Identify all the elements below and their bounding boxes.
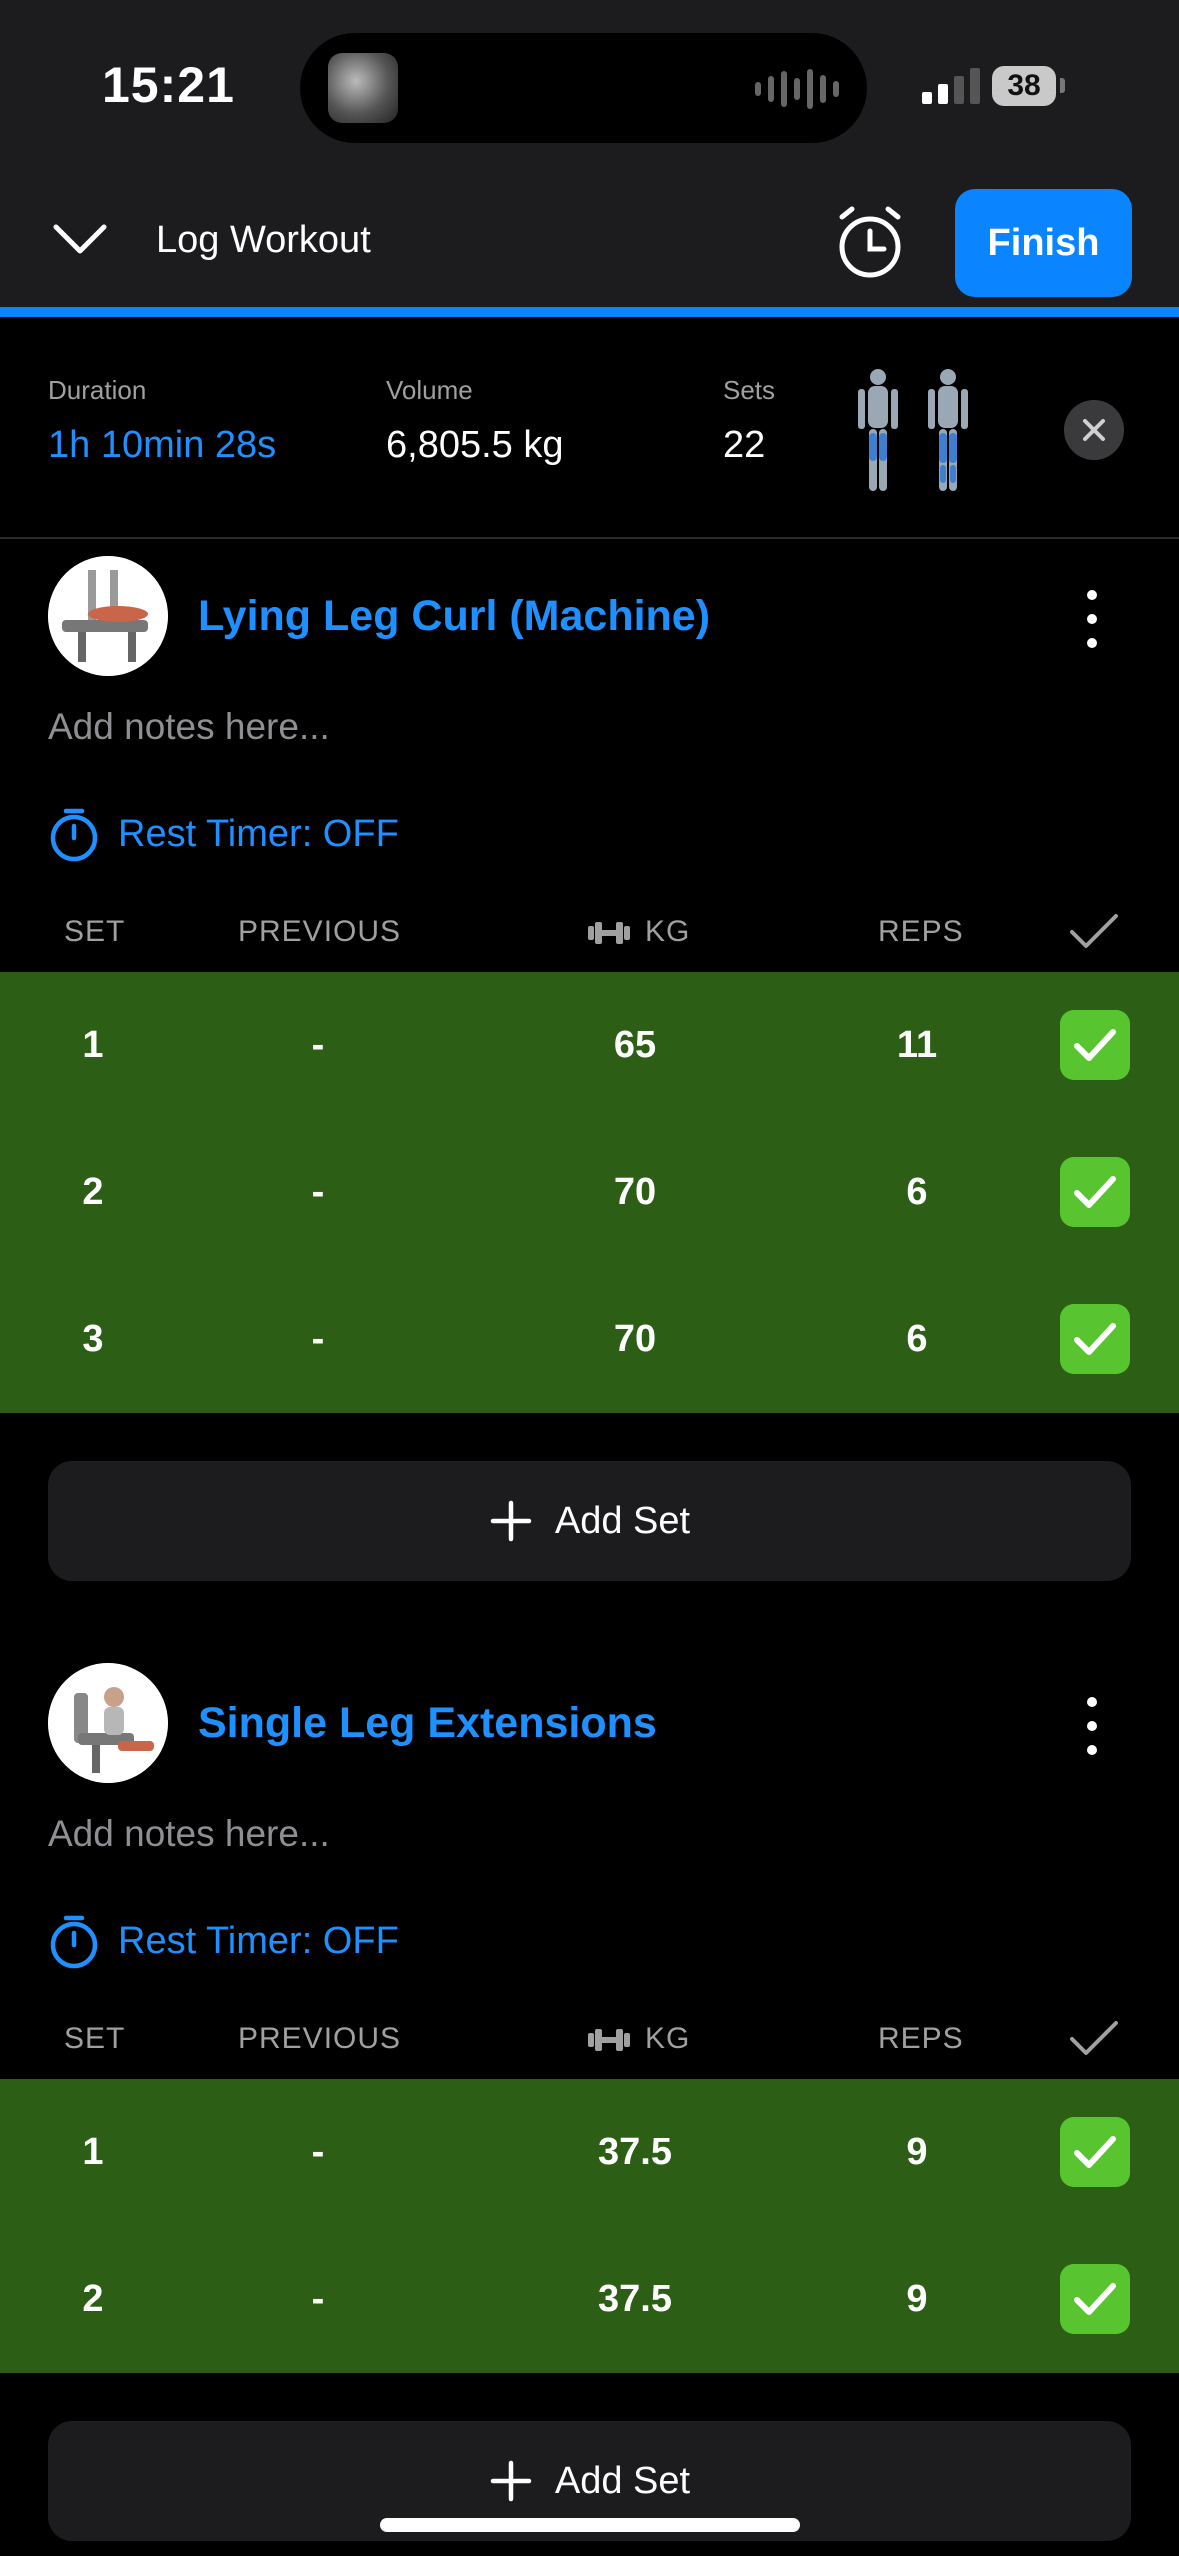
reps-input[interactable]: 11 — [842, 972, 992, 1119]
set-complete-checkbox[interactable] — [1060, 1010, 1130, 1080]
status-time: 15:21 — [102, 57, 235, 113]
previous-value: - — [311, 1171, 325, 1213]
set-row[interactable]: 2 - 70 6 — [0, 1119, 1179, 1266]
finish-button[interactable]: Finish — [955, 189, 1132, 297]
volume-stat: Volume 6,805.5 kg — [386, 375, 563, 467]
volume-label: Volume — [386, 375, 473, 405]
set-complete-checkbox[interactable] — [1060, 1157, 1130, 1227]
volume-value: 6,805.5 kg — [386, 424, 564, 466]
previous-value: - — [311, 2278, 325, 2320]
set-number: 1 — [82, 2131, 104, 2173]
add-set-label: Add Set — [554, 1499, 691, 1542]
rest-timer-label: Rest Timer: OFF — [118, 1919, 399, 1962]
notes-input[interactable]: Add notes here... — [48, 1813, 330, 1855]
dumbbell-icon — [588, 922, 630, 944]
home-indicator[interactable] — [380, 2518, 800, 2532]
reps-input[interactable]: 6 — [842, 1266, 992, 1413]
duration-value: 1h 10min 28s — [48, 424, 277, 466]
set-row[interactable]: 1 - 37.5 9 — [0, 2079, 1179, 2226]
more-options-icon[interactable] — [1087, 590, 1099, 662]
exercise-name[interactable]: Lying Leg Curl (Machine) — [198, 592, 710, 641]
workout-header: Log Workout Finish — [0, 175, 1179, 310]
set-number: 2 — [82, 2278, 104, 2320]
more-options-icon[interactable] — [1087, 1697, 1099, 1769]
kg-input[interactable]: 70 — [560, 1119, 710, 1266]
dumbbell-icon — [588, 2029, 630, 2051]
set-number: 3 — [82, 1318, 104, 1360]
close-icon[interactable] — [1064, 400, 1124, 460]
exercise-name[interactable]: Single Leg Extensions — [198, 1699, 657, 1748]
kg-input[interactable]: 70 — [560, 1266, 710, 1413]
set-row[interactable]: 2 - 37.5 9 — [0, 2226, 1179, 2373]
now-playing-artwork — [328, 53, 398, 123]
battery-tip — [1060, 78, 1065, 93]
page-title: Log Workout — [156, 219, 371, 261]
set-complete-checkbox[interactable] — [1060, 1304, 1130, 1374]
exercise-thumbnail[interactable] — [48, 1663, 168, 1783]
plus-icon — [490, 2460, 532, 2502]
audio-waveform-icon — [755, 69, 839, 109]
reps-input[interactable]: 6 — [842, 1119, 992, 1266]
kg-input[interactable]: 37.5 — [560, 2226, 710, 2373]
sets-stat: Sets 22 — [723, 375, 775, 467]
previous-value: - — [311, 1024, 325, 1066]
column-header-kg: KG — [645, 2022, 691, 2055]
sets-value: 22 — [723, 424, 766, 466]
notes-input[interactable]: Add notes here... — [48, 706, 330, 748]
exercise-thumbnail[interactable] — [48, 556, 168, 676]
workout-summary: Duration 1h 10min 28s Volume 6,805.5 kg … — [0, 317, 1179, 539]
set-complete-checkbox[interactable] — [1060, 2264, 1130, 2334]
rest-timer-toggle[interactable]: Rest Timer: OFF — [48, 804, 399, 864]
battery-icon: 38 — [992, 66, 1056, 106]
set-complete-checkbox[interactable] — [1060, 2117, 1130, 2187]
chevron-down-icon[interactable] — [50, 215, 110, 260]
cellular-signal-icon — [922, 68, 980, 104]
duration-stat: Duration 1h 10min 28s — [48, 375, 276, 467]
checkmark-header-icon[interactable] — [1068, 2019, 1120, 2059]
column-header-kg: KG — [645, 915, 691, 948]
workout-progress-bar — [0, 307, 1179, 317]
column-header-previous: PREVIOUS — [238, 2022, 402, 2055]
set-number: 1 — [82, 1024, 104, 1066]
dynamic-island[interactable] — [300, 33, 867, 143]
column-header-reps: REPS — [878, 2022, 964, 2055]
column-header-previous: PREVIOUS — [238, 915, 402, 948]
duration-label: Duration — [48, 375, 147, 405]
alarm-clock-icon[interactable] — [830, 203, 910, 283]
column-header-reps: REPS — [878, 915, 964, 948]
set-row[interactable]: 3 - 70 6 — [0, 1266, 1179, 1413]
sets-label: Sets — [723, 375, 776, 405]
reps-input[interactable]: 9 — [842, 2226, 992, 2373]
checkmark-header-icon[interactable] — [1068, 912, 1120, 952]
add-set-button[interactable]: Add Set — [48, 1461, 1131, 1581]
previous-value: - — [311, 2131, 325, 2173]
column-header-set: SET — [64, 915, 126, 948]
set-row[interactable]: 1 - 65 11 — [0, 972, 1179, 1119]
column-header-set: SET — [64, 2022, 126, 2055]
stopwatch-icon — [50, 808, 98, 862]
add-set-label: Add Set — [554, 2459, 691, 2502]
kg-input[interactable]: 37.5 — [560, 2079, 710, 2226]
previous-value: - — [311, 1318, 325, 1360]
reps-input[interactable]: 9 — [842, 2079, 992, 2226]
rest-timer-toggle[interactable]: Rest Timer: OFF — [48, 1911, 399, 1971]
rest-timer-label: Rest Timer: OFF — [118, 812, 399, 855]
plus-icon — [490, 1500, 532, 1542]
muscle-map-icon[interactable] — [848, 367, 978, 497]
status-bar: 15:21 38 — [0, 0, 1179, 175]
kg-input[interactable]: 65 — [560, 972, 710, 1119]
set-number: 2 — [82, 1171, 104, 1213]
stopwatch-icon — [50, 1915, 98, 1969]
